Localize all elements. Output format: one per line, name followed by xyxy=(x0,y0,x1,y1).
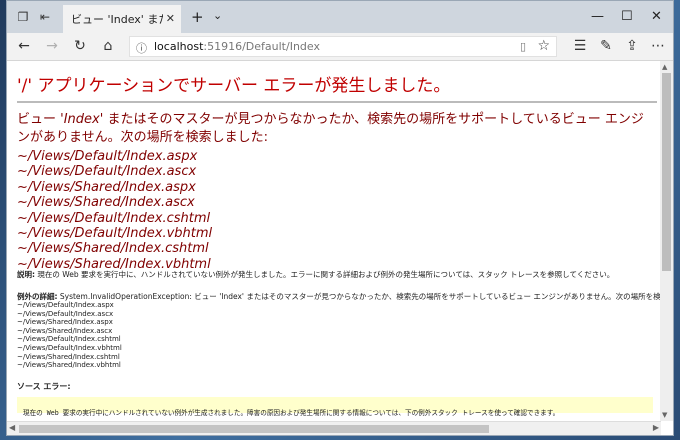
description-text: 現在の Web 要求を実行中に、ハンドルされていない例外が発生しました。エラーに… xyxy=(35,270,615,279)
minimize-icon[interactable]: — xyxy=(591,9,604,24)
scroll-right-arrow-icon[interactable]: ▶ xyxy=(653,423,659,432)
navigation-bar: ← → ↻ ⌂ ⓘ localhost:51916/Default/Index … xyxy=(7,33,673,61)
exception-paths-list: ~/Views/Default/Index.aspx ~/Views/Defau… xyxy=(17,301,122,370)
exception-label: 例外の詳細: xyxy=(17,292,58,301)
description-line: 説明: 現在の Web 要求を実行中に、ハンドルされていない例外が発生しました。… xyxy=(17,269,657,280)
scroll-down-arrow-icon[interactable]: ▼ xyxy=(662,411,667,419)
horizontal-scrollbar[interactable]: ◀ ▶ xyxy=(7,421,661,435)
vertical-scroll-thumb[interactable] xyxy=(662,73,671,271)
info-icon[interactable]: ⓘ xyxy=(136,40,147,56)
searched-paths-list: ~/Views/Default/Index.aspx ~/Views/Defau… xyxy=(17,149,212,272)
message-rest: またはそのマスターが見つからなかったか、検索先の場所をサポートしているビュー エ… xyxy=(17,112,644,145)
window-close-icon[interactable]: ✕ xyxy=(651,9,662,24)
maximize-icon[interactable]: ☐ xyxy=(621,9,633,24)
address-bar[interactable]: ⓘ localhost:51916/Default/Index ▯ ☆ xyxy=(129,36,557,57)
exception-path: ~/Views/Shared/Index.ascx xyxy=(17,326,113,335)
error-message: ビュー 'Index' またはそのマスターが見つからなかったか、検索先の場所をサ… xyxy=(17,111,653,147)
set-aside-tabs-icon[interactable]: ⇤ xyxy=(37,9,53,25)
exception-path: ~/Views/Default/Index.cshtml xyxy=(17,335,121,344)
tab-actions-icon[interactable]: ❐ xyxy=(15,9,31,25)
scroll-left-arrow-icon[interactable]: ◀ xyxy=(9,423,15,432)
heading-divider xyxy=(17,101,657,103)
refresh-icon[interactable]: ↻ xyxy=(71,38,89,54)
favorite-star-icon[interactable]: ☆ xyxy=(537,38,550,54)
tab-title: ビュー 'Index' またはそのマス xyxy=(71,13,163,26)
plus-icon[interactable]: + xyxy=(191,8,204,26)
horizontal-scroll-thumb[interactable] xyxy=(19,425,489,433)
url-text[interactable]: localhost:51916/Default/Index xyxy=(154,40,320,53)
message-prefix: ビュー xyxy=(17,112,61,127)
searched-path: ~/Views/Shared/Index.cshtml xyxy=(17,241,209,257)
source-error-heading: ソース エラー: xyxy=(17,382,71,391)
searched-path: ~/Views/Default/Index.aspx xyxy=(17,149,198,164)
share-icon[interactable]: ⇪ xyxy=(623,38,641,54)
source-error-box: 現在の Web 要求の実行中にハンドルされていない例外が生成されました。障害の原… xyxy=(17,397,653,417)
home-icon[interactable]: ⌂ xyxy=(99,38,117,54)
searched-path: ~/Views/Shared/Index.aspx xyxy=(17,179,196,195)
browser-window: ❐ ⇤ ビュー 'Index' またはそのマス ✕ + ⌄ — ☐ ✕ ← → … xyxy=(6,0,674,436)
error-heading: '/' アプリケーションでサーバー エラーが発生しました。 xyxy=(17,76,451,96)
close-icon[interactable]: ✕ xyxy=(166,12,175,25)
message-view-name: 'Index' xyxy=(60,112,104,127)
searched-path: ~/Views/Default/Index.ascx xyxy=(17,164,197,180)
reading-view-icon[interactable]: ▯ xyxy=(520,40,526,53)
favorites-hub-icon[interactable]: ☰ xyxy=(571,38,589,54)
exception-path: ~/Views/Default/Index.vbhtml xyxy=(17,343,122,352)
source-error-text: 現在の Web 要求の実行中にハンドルされていない例外が生成されました。障害の原… xyxy=(23,409,560,417)
forward-arrow-icon[interactable]: → xyxy=(43,38,61,54)
searched-path: ~/Views/Default/Index.cshtml xyxy=(17,210,211,226)
exception-path: ~/Views/Shared/Index.cshtml xyxy=(17,352,120,361)
more-menu-icon[interactable]: ⋯ xyxy=(649,38,667,54)
chevron-down-icon[interactable]: ⌄ xyxy=(213,9,222,22)
searched-path: ~/Views/Default/Index.vbhtml xyxy=(17,226,213,242)
searched-path: ~/Views/Shared/Index.ascx xyxy=(17,195,195,211)
exception-path: ~/Views/Shared/Index.aspx xyxy=(17,318,113,327)
exception-path: ~/Views/Default/Index.ascx xyxy=(17,309,114,318)
description-label: 説明: xyxy=(17,270,35,279)
tab-active[interactable]: ビュー 'Index' またはそのマス ✕ xyxy=(63,5,181,33)
url-path: :51916/Default/Index xyxy=(203,40,320,53)
vertical-scrollbar[interactable]: ▲ ▼ xyxy=(660,61,673,421)
page-content: '/' アプリケーションでサーバー エラーが発生しました。 ビュー 'Index… xyxy=(7,61,661,421)
web-note-pen-icon[interactable]: ✎ xyxy=(597,38,615,54)
scroll-up-arrow-icon[interactable]: ▲ xyxy=(662,63,667,71)
exception-text: System.InvalidOperationException: ビュー 'I… xyxy=(57,292,661,301)
title-bar: ❐ ⇤ ビュー 'Index' またはそのマス ✕ + ⌄ — ☐ ✕ xyxy=(7,1,673,33)
url-host: localhost xyxy=(154,40,204,53)
back-arrow-icon[interactable]: ← xyxy=(15,38,33,54)
exception-path: ~/Views/Default/Index.aspx xyxy=(17,301,114,309)
exception-path: ~/Views/Shared/Index.vbhtml xyxy=(17,361,121,370)
